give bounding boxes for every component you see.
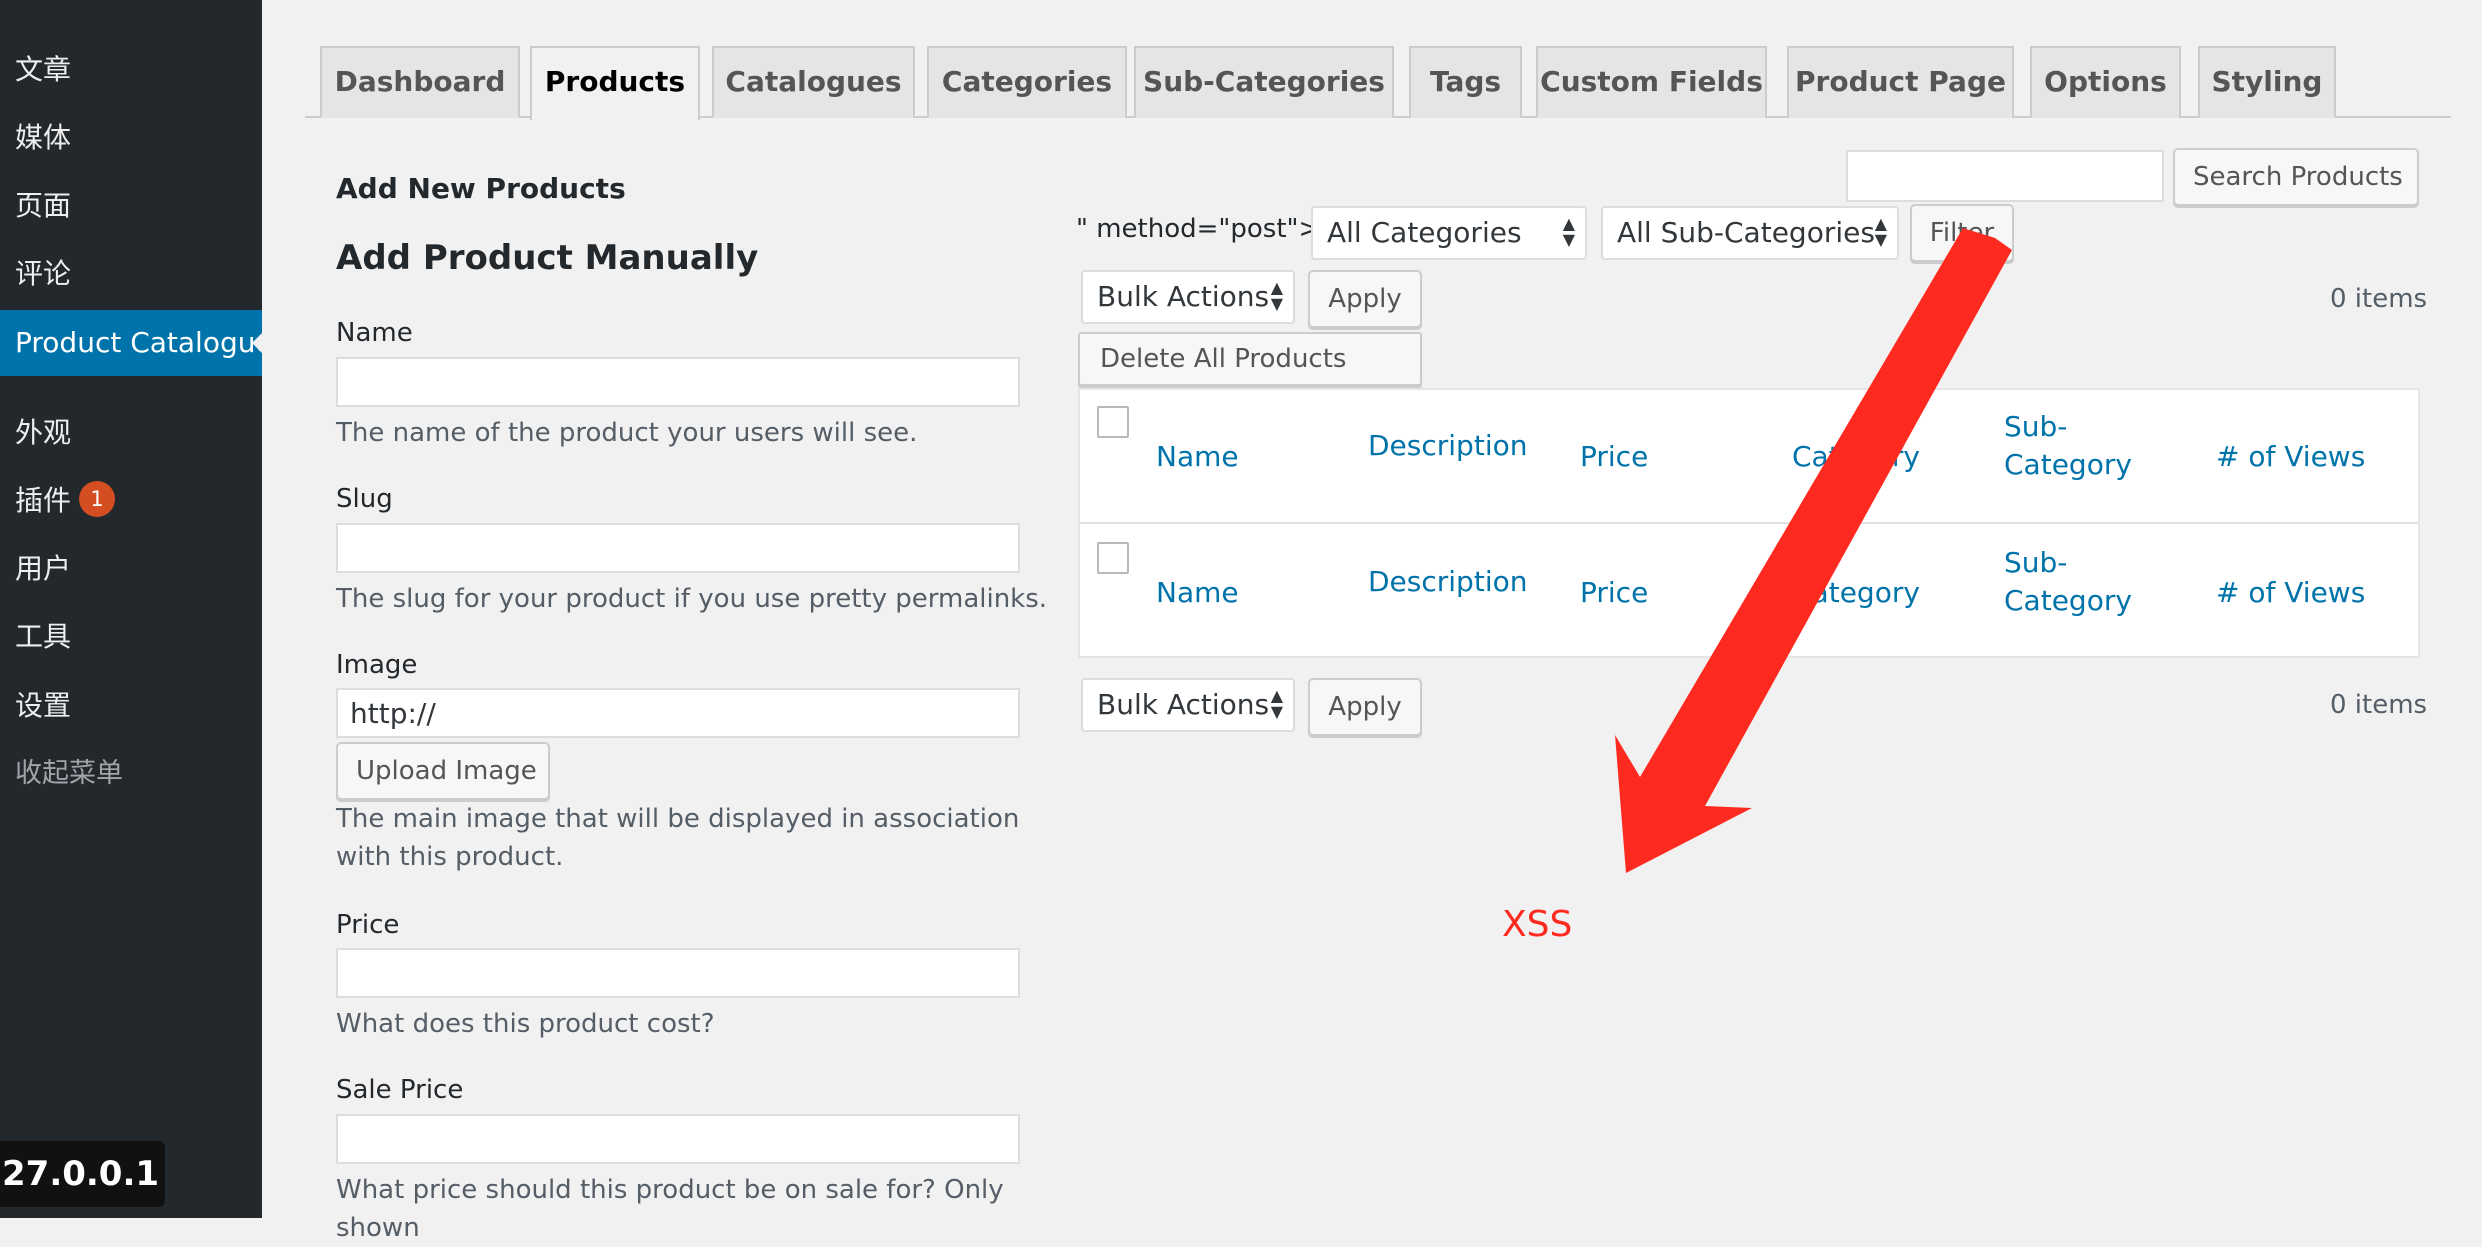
slug-label: Slug — [336, 484, 393, 514]
apply-button-top[interactable]: Apply — [1308, 270, 1422, 328]
tab-options[interactable]: Options — [2030, 46, 2181, 118]
sort-arrows-icon: ▲ ▼ — [1270, 686, 1283, 721]
sidebar-item-plugins[interactable]: 插件 1 — [0, 468, 262, 534]
sidebar-item-tools[interactable]: 工具 — [0, 604, 262, 670]
sidebar-item-comments[interactable]: 评论 — [0, 241, 262, 307]
xss-annotation-label: XSS — [1502, 904, 1573, 945]
column-category[interactable]: Category — [1792, 438, 1920, 476]
column-sub-category[interactable]: Sub- Category — [2004, 408, 2132, 484]
sidebar-item-label: 用户 — [15, 552, 72, 585]
select-value: All Categories — [1327, 216, 1522, 249]
column-price[interactable]: Price — [1580, 438, 1648, 476]
search-products-button[interactable]: Search Products — [2173, 148, 2419, 206]
product-slug-input[interactable] — [336, 523, 1020, 573]
product-price-input[interactable] — [336, 948, 1020, 998]
sidebar-item-label: 媒体 — [15, 121, 72, 154]
bulk-actions-select-top[interactable]: Bulk Actions ▲ ▼ — [1081, 270, 1295, 324]
column-description[interactable]: Description — [1368, 427, 1527, 465]
sidebar-item-label: 评论 — [15, 257, 72, 290]
image-label: Image — [336, 650, 418, 680]
collapse-menu-button[interactable]: 收起菜单 — [0, 741, 262, 807]
name-description: The name of the product your users will … — [336, 418, 918, 448]
sidebar-item-settings[interactable]: 设置 — [0, 673, 262, 739]
sale-price-label: Sale Price — [336, 1075, 464, 1105]
items-count-bottom: 0 items — [2330, 690, 2428, 720]
sort-arrows-icon: ▲ ▼ — [1874, 214, 1887, 249]
product-search-input[interactable] — [1846, 150, 2164, 202]
tab-custom-fields[interactable]: Custom Fields — [1536, 46, 1767, 118]
column-sub-category[interactable]: Sub- Category — [2004, 544, 2132, 620]
plugin-tab-bar: Dashboard Products Catalogues Categories… — [305, 46, 2451, 120]
sale-price-description: What price should this product be on sal… — [336, 1175, 1004, 1243]
product-name-input[interactable] — [336, 357, 1020, 407]
select-all-checkbox-header[interactable] — [1097, 406, 1129, 438]
tab-sub-categories[interactable]: Sub-Categories — [1134, 46, 1394, 118]
admin-sidebar: 文章 媒体 页面 评论 Product Catalogue 外观 插件 1 用户 … — [0, 0, 262, 1218]
sidebar-item-label: 文章 — [15, 53, 72, 86]
column-category[interactable]: Category — [1792, 574, 1920, 612]
tab-catalogues[interactable]: Catalogues — [712, 46, 915, 118]
injected-html-text: " method="post"> — [1076, 214, 1321, 244]
tab-product-page[interactable]: Product Page — [1787, 46, 2014, 118]
column-views[interactable]: # of Views — [2216, 574, 2365, 612]
bulk-actions-select-bottom[interactable]: Bulk Actions ▲ ▼ — [1081, 678, 1295, 732]
tab-dashboard[interactable]: Dashboard — [320, 46, 520, 118]
tab-products[interactable]: Products — [530, 46, 700, 120]
delete-all-products-button[interactable]: Delete All Products — [1078, 332, 1422, 386]
sidebar-item-label: 工具 — [15, 620, 72, 653]
tab-categories[interactable]: Categories — [927, 46, 1127, 118]
column-name[interactable]: Name — [1156, 574, 1239, 612]
sidebar-item-label: 外观 — [15, 416, 72, 449]
slug-description: The slug for your product if you use pre… — [336, 584, 1048, 614]
sidebar-item-pages[interactable]: 页面 — [0, 173, 262, 239]
price-description: What does this product cost? — [336, 1009, 715, 1039]
sort-arrows-icon: ▲ ▼ — [1562, 214, 1575, 249]
column-views[interactable]: # of Views — [2216, 438, 2365, 476]
host-address-label: 27.0.0.1 — [0, 1141, 165, 1207]
select-value: Bulk Actions — [1097, 688, 1270, 721]
product-image-url-input[interactable] — [336, 688, 1020, 738]
column-description[interactable]: Description — [1368, 563, 1527, 601]
active-indicator — [252, 332, 262, 354]
sidebar-item-appearance[interactable]: 外观 — [0, 400, 262, 466]
apply-button-bottom[interactable]: Apply — [1308, 678, 1422, 736]
sort-arrows-icon: ▲ ▼ — [1270, 278, 1283, 313]
sidebar-item-posts[interactable]: 文章 — [0, 37, 262, 103]
image-description: The main image that will be displayed in… — [336, 804, 1020, 872]
sidebar-item-media[interactable]: 媒体 — [0, 105, 262, 171]
price-label: Price — [336, 910, 400, 940]
select-all-checkbox-footer[interactable] — [1097, 542, 1129, 574]
sidebar-item-label: 页面 — [15, 189, 72, 222]
sidebar-item-users[interactable]: 用户 — [0, 536, 262, 602]
select-value: All Sub-Categories — [1617, 216, 1875, 249]
name-label: Name — [336, 318, 413, 348]
column-name[interactable]: Name — [1156, 438, 1239, 476]
upload-image-button[interactable]: Upload Image — [336, 742, 550, 800]
sale-price-input[interactable] — [336, 1114, 1020, 1164]
sidebar-item-label: 收起菜单 — [15, 758, 123, 789]
products-table: Name Description Price Category Sub- Cat… — [1078, 388, 2420, 658]
sidebar-item-label: Product Catalogue — [15, 326, 262, 359]
add-product-manually-heading: Add Product Manually — [336, 238, 759, 278]
subcategory-filter-select[interactable]: All Sub-Categories ▲ ▼ — [1601, 206, 1899, 260]
column-price[interactable]: Price — [1580, 574, 1648, 612]
filter-button[interactable]: Filter — [1910, 204, 2014, 262]
category-filter-select[interactable]: All Categories ▲ ▼ — [1311, 206, 1587, 260]
items-count-top: 0 items — [2330, 284, 2428, 314]
sidebar-item-product-catalogue[interactable]: Product Catalogue — [0, 310, 262, 376]
select-value: Bulk Actions — [1097, 280, 1270, 313]
table-divider — [1080, 522, 2418, 524]
update-count-badge: 1 — [79, 481, 116, 517]
add-new-products-heading: Add New Products — [336, 172, 626, 205]
tab-styling[interactable]: Styling — [2198, 46, 2336, 118]
tab-tags[interactable]: Tags — [1409, 46, 1522, 118]
sidebar-item-label: 设置 — [15, 689, 72, 722]
sidebar-item-label: 插件 — [15, 484, 72, 517]
